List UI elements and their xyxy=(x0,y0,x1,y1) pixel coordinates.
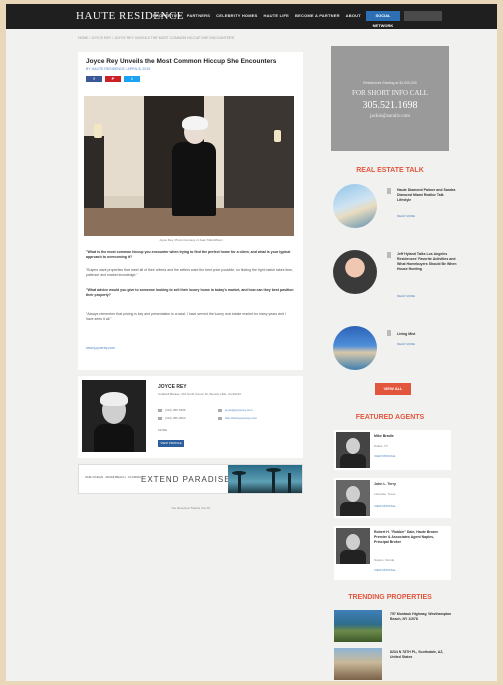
featured-agent-photo[interactable] xyxy=(336,432,370,468)
nav-item-properties[interactable]: PROPERTIES xyxy=(153,13,181,18)
main-nav: PROPERTIES PARTNERS CELEBRITY HOMES HAUT… xyxy=(153,13,388,18)
twitter-share-button[interactable]: t xyxy=(124,76,140,82)
featured-agent-profile-link[interactable]: VIEW PROFILE xyxy=(374,568,395,572)
talk-item-read-more-3[interactable]: READ MORE xyxy=(397,342,415,346)
phone-icon xyxy=(158,408,162,412)
featured-agent-card: Robert H. "Robbie" Dale, Haute Brown Pre… xyxy=(334,526,451,580)
featured-agent-profile-link[interactable]: VIEW PROFILE xyxy=(374,504,395,508)
ad-email: jackie@auraliv.com xyxy=(370,114,410,119)
quote-icon xyxy=(387,252,391,258)
ad-line-1: Residences Starting at $1,000,000 xyxy=(363,81,417,85)
globe-icon xyxy=(218,416,222,420)
talk-item-read-more-2[interactable]: READ MORE xyxy=(397,294,415,298)
agent-card: JOYCE REY Coldwell Banker, 301 North Can… xyxy=(78,376,303,458)
agent-name: JOYCE REY xyxy=(158,384,187,390)
article-card: Joyce Rey Unveils the Most Common Hiccup… xyxy=(78,52,303,370)
nav-item-celebrity-homes[interactable]: CELEBRITY HOMES xyxy=(216,13,257,18)
footnote: You Received Thanks You All xyxy=(171,506,210,510)
featured-agent-photo[interactable] xyxy=(336,528,370,564)
view-all-button[interactable]: VIEW ALL xyxy=(375,383,411,395)
nav-item-partners[interactable]: PARTNERS xyxy=(187,13,210,18)
talk-item-title-2[interactable]: Jeff Hyland Talks Los Angeles Residences… xyxy=(397,252,457,272)
quote-icon xyxy=(387,330,391,336)
trending-property-title-1[interactable]: 757 Montauk Highway, Westhampton Beach, … xyxy=(390,612,452,622)
featured-agent-location: Naples, Florida xyxy=(374,558,395,562)
banner-beach-image xyxy=(228,465,302,493)
email-icon xyxy=(218,408,222,412)
article-website-link[interactable]: www.joycerey.com xyxy=(86,346,115,350)
search-input[interactable] xyxy=(404,11,442,21)
featured-agent-card: Mike Bradle Dallas, TX VIEW PROFILE xyxy=(334,430,451,470)
featured-agent-location: Dallas, TX xyxy=(374,444,388,448)
featured-agent-photo[interactable] xyxy=(336,480,370,516)
article-question-2: "What advice would you give to someone l… xyxy=(86,288,294,297)
breadcrumb: HOME / JOYCE REY / JOYCE REY UNVEILS THE… xyxy=(78,36,235,40)
agent-phone: (310) 285-5388 xyxy=(158,408,186,412)
talk-item-image-2[interactable] xyxy=(333,250,377,294)
agent-fax: (310) 285-0660 xyxy=(158,416,186,420)
share-buttons: f P t xyxy=(86,76,140,82)
featured-agent-profile-link[interactable]: VIEW PROFILE xyxy=(374,454,395,458)
real-estate-talk-heading: REAL ESTATE TALK xyxy=(356,167,424,174)
nav-item-about[interactable]: ABOUT xyxy=(346,13,361,18)
featured-agent-name[interactable]: Mike Bradle xyxy=(374,434,448,439)
banner-brand: ONE OCEAN · MIAMI BEACH · FLORIDA xyxy=(85,475,142,479)
trending-properties-heading: TRENDING PROPERTIES xyxy=(348,594,432,601)
trending-property-title-2[interactable]: 8234 N 78TH PL, Scottsdale, AZ, United S… xyxy=(390,650,452,660)
top-navigation-bar: HAUTE RESIDENCE PROPERTIES PARTNERS CELE… xyxy=(6,4,497,29)
agent-address: Coldwell Banker, 301 North Canon Dr, Bev… xyxy=(158,392,241,396)
pinterest-share-button[interactable]: P xyxy=(105,76,121,82)
fax-icon xyxy=(158,416,162,420)
featured-agent-location: Lakeside, Texas xyxy=(374,492,396,496)
image-caption: Joyce Rey, Photo Courtesy of Juan Tallo/… xyxy=(159,238,223,242)
article-question-1: "What is the most common hiccup you enco… xyxy=(86,250,291,259)
agent-email[interactable]: joyce@joycerey.com xyxy=(218,408,253,412)
ad-banner[interactable]: ONE OCEAN · MIAMI BEACH · FLORIDA EXTEND… xyxy=(78,464,303,494)
featured-agent-card: John L. Terry Lakeside, Texas VIEW PROFI… xyxy=(334,478,451,518)
agent-photo xyxy=(82,380,146,452)
article-answer-1: "Buyers want properties that meet all of… xyxy=(86,268,294,277)
trending-property-image-1[interactable] xyxy=(334,610,382,642)
ad-line-2: FOR SHORT INFO CALL xyxy=(352,89,428,97)
featured-agent-name[interactable]: Robert H. "Robbie" Dale, Haute Brown Pre… xyxy=(374,530,448,545)
talk-item-title-1[interactable]: Haute Diamond Palmer and Sandra Diamond … xyxy=(397,188,457,203)
talk-item-image-3[interactable] xyxy=(333,326,377,370)
featured-agents-heading: FEATURED AGENTS xyxy=(355,414,425,421)
facebook-share-button[interactable]: f xyxy=(86,76,102,82)
nav-item-become-partner[interactable]: BECOME A PARTNER xyxy=(295,13,340,18)
talk-item-title-3[interactable]: Living Mist xyxy=(397,332,457,337)
social-network-button[interactable]: SOCIAL NETWORK xyxy=(366,11,400,28)
talk-item-image-1[interactable] xyxy=(333,184,377,228)
agent-more: MORE xyxy=(158,428,167,432)
trending-property-image-2[interactable] xyxy=(334,648,382,680)
talk-item-read-more-1[interactable]: READ MORE xyxy=(397,214,415,218)
article-byline[interactable]: BY HAUTE RESIDENCE / APRIL 8, 2019 xyxy=(86,67,150,71)
sidebar-advertisement[interactable]: Residences Starting at $1,000,000 FOR SH… xyxy=(331,46,449,151)
article-title: Joyce Rey Unveils the Most Common Hiccup… xyxy=(86,58,277,65)
banner-headline: EXTEND PARADISE xyxy=(141,475,231,484)
view-profile-button[interactable]: VIEW PROFILE xyxy=(158,440,184,447)
featured-agent-name[interactable]: John L. Terry xyxy=(374,482,448,487)
page-frame: HAUTE RESIDENCE PROPERTIES PARTNERS CELE… xyxy=(6,4,497,681)
article-answer-2: "Always remember that pricing is key and… xyxy=(86,312,286,321)
ad-phone: 305.521.1698 xyxy=(362,100,418,111)
article-hero-image xyxy=(84,96,294,236)
nav-item-haute-life[interactable]: HAUTE LIFE xyxy=(263,13,289,18)
quote-icon xyxy=(387,188,391,194)
agent-website[interactable]: http://www.joycerey.com xyxy=(218,416,257,420)
